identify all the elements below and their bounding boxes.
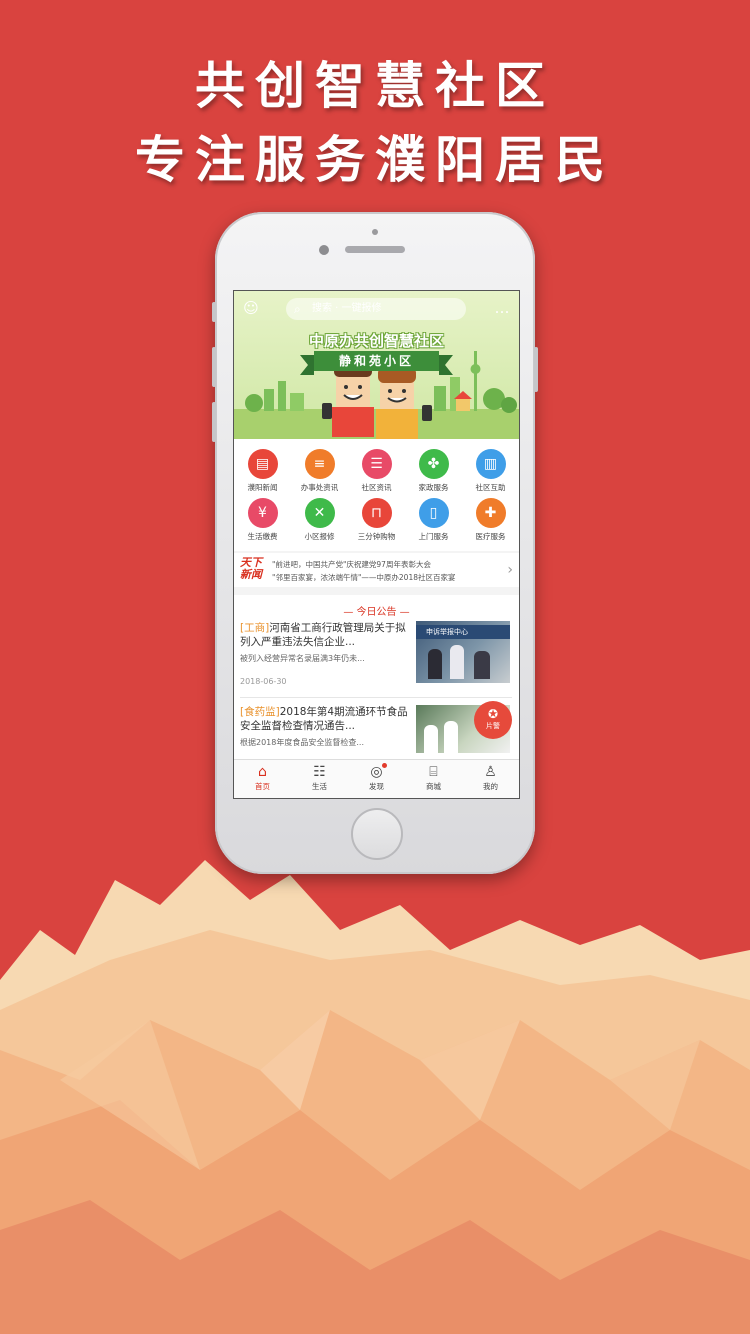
news-logo-line2: 新闻	[240, 568, 262, 581]
basket-icon: ☷	[313, 764, 326, 780]
tab-life[interactable]: ☷ 生活	[291, 760, 348, 792]
tab-label: 生活	[312, 782, 327, 791]
service-label: 医疗服务	[475, 532, 506, 541]
service-smfw[interactable]: ▯ 上门服务	[405, 498, 462, 542]
community-banner[interactable]: ☺ ⌕ 搜索 · 一键报修 … 中原办共创智慧社区 静和苑小区	[234, 291, 519, 439]
medical-kit-icon: ✚	[475, 498, 506, 528]
fab-label: 片警	[486, 722, 500, 730]
phone-home-button	[351, 808, 403, 860]
service-xqbx[interactable]: ✕ 小区报修	[291, 498, 348, 542]
tab-discover[interactable]: ◎ 发现	[348, 760, 405, 792]
phone-volume-up	[212, 347, 216, 387]
tab-mall[interactable]: ⌸ 商城	[405, 760, 462, 792]
service-label: 生活缴费	[247, 532, 278, 541]
news-ticker[interactable]: 天下 新闻 "前进吧，中国共产党"庆祝建党97周年表彰大会 "邻里百家宴，浓浓端…	[234, 553, 519, 587]
article-date: 2018-06-30	[240, 677, 287, 686]
article-tag: [工商]	[240, 622, 270, 634]
app-screen: ☺ ⌕ 搜索 · 一键报修 … 中原办共创智慧社区 静和苑小区 ▤ 濮阳新闻 ≡…	[233, 290, 520, 799]
service-jzfw[interactable]: ✤ 家政服务	[405, 449, 462, 493]
news-item[interactable]: "前进吧，中国共产党"庆祝建党97周年表彰大会	[272, 559, 431, 570]
clover-icon: ✤	[418, 449, 449, 479]
service-shjf[interactable]: ¥ 生活缴费	[234, 498, 291, 542]
service-sqzx[interactable]: ☰ 社区资讯	[348, 449, 405, 493]
proximity-sensor	[372, 229, 378, 235]
news-icon: ▤	[247, 449, 278, 479]
tab-label: 商城	[426, 782, 441, 791]
home-icon: ⌂	[258, 764, 267, 780]
police-officer-button[interactable]: ✪ 片警	[474, 701, 512, 739]
article-desc: 根据2018年度食品安全监督检查...	[240, 738, 364, 747]
divider	[240, 697, 512, 698]
search-input[interactable]: ⌕ 搜索 · 一键报修	[286, 298, 466, 320]
compass-icon: ◎	[370, 764, 383, 780]
service-label: 办事处资讯	[300, 483, 339, 492]
service-grid: ▤ 濮阳新闻 ≡ 办事处资讯 ☰ 社区资讯 ✤ 家政服务 ▥ 社区互助 ¥ 生活…	[234, 439, 519, 551]
announcements-section: — 今日公告 — [工商]河南省工商行政管理局关于拟列入严重违法失信企业... …	[234, 595, 519, 759]
tab-label: 我的	[483, 782, 498, 791]
article-item[interactable]: [工商]河南省工商行政管理局关于拟列入严重违法失信企业... 被列入经营异常名录…	[240, 621, 512, 691]
store-icon: ⌸	[429, 764, 438, 780]
service-label: 社区互助	[475, 483, 506, 492]
service-label: 上门服务	[418, 532, 449, 541]
newspaper-icon: ☰	[361, 449, 392, 479]
phone-volume-down	[212, 402, 216, 442]
tab-label: 发现	[369, 782, 384, 791]
document-icon: ≡	[304, 449, 335, 479]
message-icon[interactable]: …	[493, 299, 511, 317]
news-logo: 天下 新闻	[240, 557, 266, 581]
service-pyxw[interactable]: ▤ 濮阳新闻	[234, 449, 291, 493]
bill-icon: ¥	[247, 498, 278, 528]
service-label: 三分钟购物	[357, 532, 396, 541]
search-placeholder: 搜索 · 一键报修	[312, 303, 382, 314]
chevron-right-icon[interactable]: ›	[507, 562, 513, 578]
article-title: [食药监]2018年第4期流通环节食品安全监督检查情况通告...	[240, 705, 408, 733]
promo-headline-1: 共创智慧社区	[195, 56, 555, 115]
service-bsczx[interactable]: ≡ 办事处资讯	[291, 449, 348, 493]
earpiece-speaker	[345, 246, 405, 253]
service-sqhz[interactable]: ▥ 社区互助	[462, 449, 519, 493]
phone-mute-switch	[212, 302, 216, 322]
service-label: 社区资讯	[361, 483, 392, 492]
notification-badge	[382, 763, 387, 768]
article-tag: [食药监]	[240, 706, 280, 718]
service-label: 小区报修	[304, 532, 335, 541]
service-label: 濮阳新闻	[247, 483, 278, 492]
smile-icon[interactable]: ☺	[242, 299, 260, 317]
user-icon: ♙	[484, 764, 497, 780]
police-badge-icon: ✪	[487, 707, 499, 721]
phone-mockup: ☺ ⌕ 搜索 · 一键报修 … 中原办共创智慧社区 静和苑小区 ▤ 濮阳新闻 ≡…	[212, 212, 538, 874]
banner-ribbon: 静和苑小区	[300, 351, 453, 375]
news-item[interactable]: "邻里百家宴，浓浓端午情"——中原办2018社区百家宴	[272, 572, 456, 583]
service-ylfw[interactable]: ✚ 医疗服务	[462, 498, 519, 542]
tab-home[interactable]: ⌂ 首页	[234, 760, 291, 792]
shopping-bag-icon: ⊓	[361, 498, 392, 528]
front-camera	[319, 245, 329, 255]
article-title: [工商]河南省工商行政管理局关于拟列入严重违法失信企业...	[240, 621, 408, 649]
promo-headline-2: 专注服务濮阳居民	[135, 130, 615, 189]
building-icon: ▥	[475, 449, 506, 479]
service-sfzgw[interactable]: ⊓ 三分钟购物	[348, 498, 405, 542]
article-item[interactable]: [食药监]2018年第4期流通环节食品安全监督检查情况通告... 根据2018年…	[240, 705, 512, 759]
door-icon: ▯	[418, 498, 449, 528]
article-desc: 被列入经营异常名录届满3年仍未...	[240, 654, 365, 663]
search-icon: ⌕	[294, 302, 301, 316]
service-label: 家政服务	[418, 483, 449, 492]
tab-label: 首页	[255, 782, 270, 791]
tab-me[interactable]: ♙ 我的	[462, 760, 519, 792]
thumbnail-text: 申诉举报中心	[426, 628, 468, 636]
bottom-tab-bar: ⌂ 首页 ☷ 生活 ◎ 发现 ⌸ 商城 ♙ 我的	[234, 759, 519, 798]
announcements-title: — 今日公告 —	[343, 607, 410, 618]
article-thumbnail: 申诉举报中心	[416, 621, 510, 683]
tools-icon: ✕	[304, 498, 335, 528]
banner-title: 中原办共创智慧社区	[308, 332, 444, 350]
phone-power-button	[534, 347, 538, 392]
